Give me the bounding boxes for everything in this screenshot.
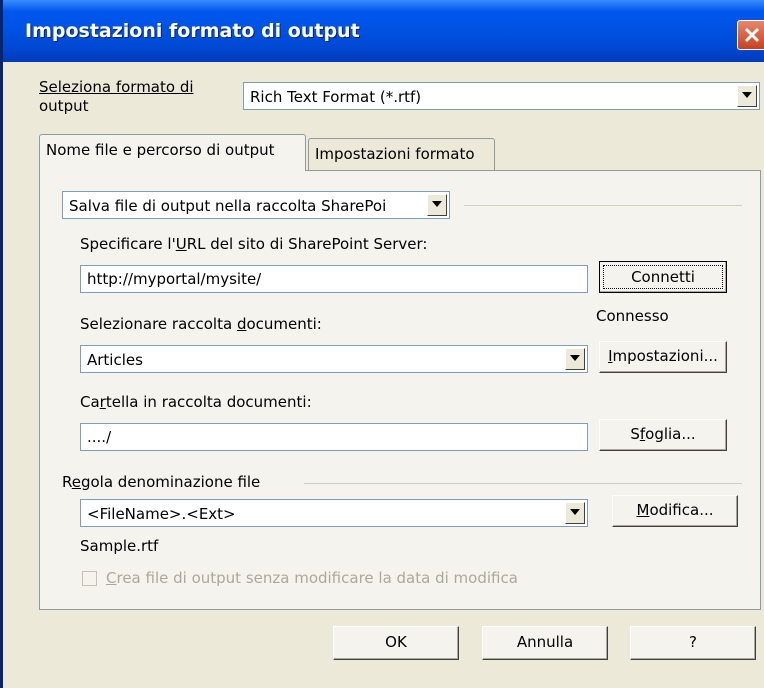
dialog-body: Seleziona formato di output Rich Text Fo… [6,62,764,688]
close-icon [744,27,760,43]
folder-field[interactable] [81,424,587,450]
settings-button-label: mpostazioni... [612,347,718,365]
ok-button-label: OK [385,633,407,651]
naming-rule-label: Regola denominazione file [62,473,260,491]
tab-format-settings-label: Impostazioni formato [315,145,475,163]
help-button[interactable]: ? [630,626,756,660]
naming-group-divider [304,483,742,484]
tab-format-settings[interactable]: Impostazioni formato [308,138,495,170]
output-format-dropdown-button[interactable] [737,85,757,107]
chevron-down-icon [432,201,442,207]
preserve-date-checkbox[interactable] [82,571,97,586]
preserve-date-mnemonic: C [106,569,117,587]
naming-label-mnemonic: e [71,473,81,491]
title-bar[interactable]: Impostazioni formato di output [3,0,764,62]
modify-button-label: odifica... [649,501,714,519]
cancel-button-label: Annulla [516,633,574,651]
sharepoint-url-field[interactable] [81,266,587,292]
tab-output-path[interactable]: Nome file e percorso di output [39,134,306,171]
location-group-divider [464,205,742,206]
naming-rule-dropdown-button[interactable] [565,502,585,524]
library-label-part2: ocumenti: [246,315,322,333]
preserve-date-label: Crea file di output senza modificare la … [106,569,518,587]
browse-button-label-part1: S [630,425,640,443]
library-label-part1: Selezionare raccolta [80,315,237,333]
url-label-mnemonic: U [175,235,187,253]
output-format-label-line2: output [39,97,89,115]
chevron-down-icon [570,355,580,361]
preserve-date-text: rea file di output senza modificare la d… [116,569,518,587]
naming-sample-preview: Sample.rtf [80,537,159,555]
ok-button[interactable]: OK [333,626,459,660]
naming-label-part1: R [62,473,72,491]
chevron-down-icon [570,509,580,515]
sharepoint-url-label: Specificare l'URL del sito di SharePoint… [80,235,427,253]
sharepoint-url-input[interactable] [80,265,588,293]
folder-label: Cartella in raccolta documenti: [80,393,312,411]
connect-button-focus: Connetti [603,265,723,289]
cancel-button[interactable]: Annulla [482,626,608,660]
naming-label-part2: gola denominazione file [80,473,261,491]
tab-output-path-label: Nome file e percorso di output [46,141,275,159]
naming-rule-value: <FileName>.<Ext> [87,505,236,523]
browse-button-label-part2: oglia... [645,425,696,443]
library-dropdown-button[interactable] [565,348,585,370]
output-format-select[interactable]: Rich Text Format (*.rtf) [243,82,760,110]
naming-rule-select[interactable]: <FileName>.<Ext> [80,499,588,527]
modify-button[interactable]: Modifica... [612,495,738,527]
connection-status: Connesso [596,307,669,325]
tab-panel: Salva file di output nella raccolta Shar… [39,170,761,610]
help-button-label: ? [689,633,697,651]
connect-button[interactable]: Connetti [599,261,727,293]
window-title: Impostazioni formato di output [25,20,360,42]
document-library-select[interactable]: Articles [80,345,588,373]
connect-button-label: Connetti [631,268,695,286]
folder-label-part2: tella in raccolta documenti: [105,393,312,411]
browse-button[interactable]: Sfoglia... [599,419,727,451]
close-button[interactable] [737,20,764,50]
library-settings-button[interactable]: Impostazioni... [599,341,727,373]
output-format-label: Seleziona formato di output [39,78,194,116]
chevron-down-icon [742,92,752,98]
document-library-value: Articles [87,351,143,369]
folder-input[interactable] [80,423,588,451]
folder-label-part1: Ca [80,393,100,411]
library-label: Selezionare raccolta documenti: [80,315,322,333]
url-label-part2: RL del sito di SharePoint Server: [186,235,428,253]
dialog-window: Impostazioni formato di output Seleziona… [0,0,764,688]
save-location-dropdown-button[interactable] [427,194,447,216]
output-format-label-line1: Seleziona formato di [39,78,194,96]
modify-button-mnemonic: M [636,501,650,519]
save-location-value: Salva file di output nella raccolta Shar… [69,197,387,215]
save-location-select[interactable]: Salva file di output nella raccolta Shar… [62,191,450,219]
output-format-value: Rich Text Format (*.rtf) [250,88,422,106]
url-label-part1: Specificare l' [80,235,176,253]
